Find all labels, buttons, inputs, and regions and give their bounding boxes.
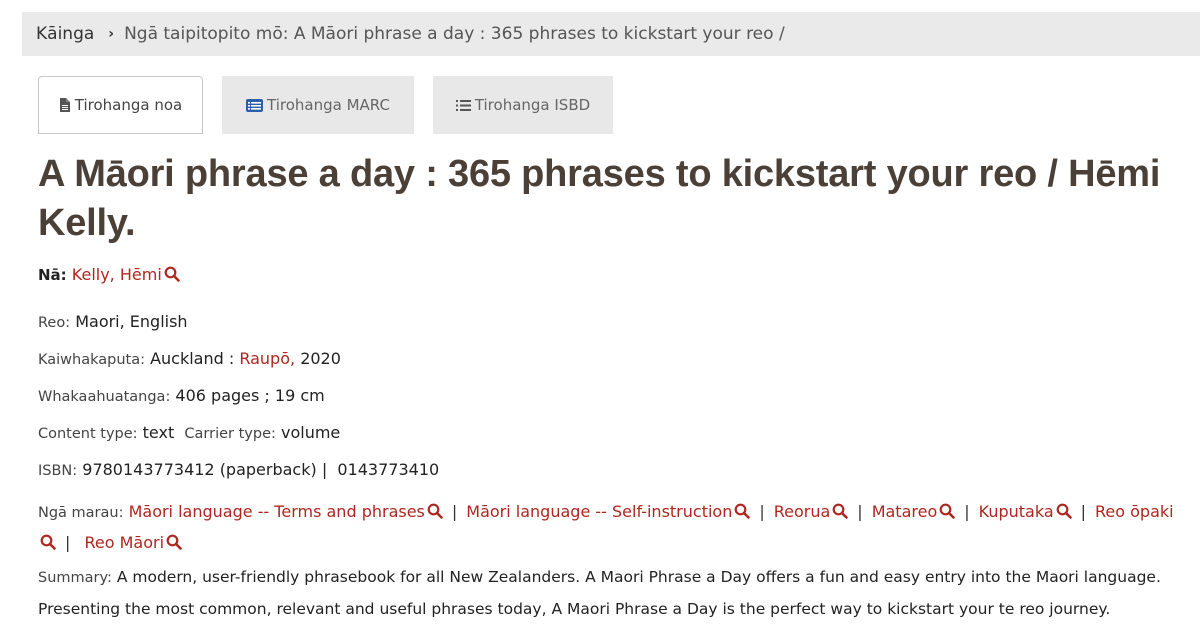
author-label: Nā: (38, 266, 67, 284)
subject-link[interactable]: Māori language -- Terms and phrases (129, 502, 425, 521)
tab-normal-view[interactable]: Tirohanga noa (38, 76, 203, 134)
search-icon[interactable] (427, 503, 443, 519)
publisher-link[interactable]: Raupō, (239, 349, 295, 368)
carrier-type-value: volume (280, 423, 341, 442)
subjects-label: Ngā marau: (38, 505, 124, 521)
search-icon[interactable] (832, 503, 849, 519)
search-icon[interactable] (1056, 503, 1072, 519)
subject-link[interactable]: Māori language -- Self-instruction (466, 502, 732, 521)
subject-link[interactable]: Matareo (872, 502, 938, 521)
subject-link[interactable]: Kuputaka (979, 502, 1054, 521)
subject-link[interactable]: Reo Māori (84, 533, 164, 552)
publisher-label: Kaiwhakaputa: (38, 352, 145, 368)
summary-label: Summary: (38, 570, 112, 586)
list-icon (455, 99, 471, 111)
subjects-row: Ngā marau: Māori language -- Terms and p… (38, 502, 1174, 552)
search-icon[interactable] (166, 534, 182, 550)
summary-row: Summary: A modern, user-friendly phraseb… (38, 562, 1188, 625)
tab-label: Tirohanga ISBD (474, 96, 591, 114)
author-row: Nā: Kelly, Hēmi (38, 265, 180, 284)
carrier-type-label: Carrier type: (184, 426, 276, 442)
record-title: A Māori phrase a day : 365 phrases to ki… (38, 153, 1161, 244)
content-type-row: Content type: text Carrier type: volume (38, 423, 340, 442)
description-value: 406 pages ; 19 cm (175, 386, 325, 405)
list-alt-icon (246, 98, 264, 112)
language-label: Reo: (38, 315, 71, 331)
language-value: Maori, English (75, 312, 188, 331)
search-icon[interactable] (734, 503, 751, 519)
breadcrumb-home-link[interactable]: Kāinga (36, 24, 94, 44)
breadcrumb: Kāinga › Ngā taipitopito mō: A Māori phr… (22, 12, 1200, 56)
publisher-year: 2020 (300, 349, 341, 368)
isbn-value-1: 9780143773412 (paperback) (82, 460, 317, 479)
author-link[interactable]: Kelly, Hēmi (72, 265, 162, 284)
chevron-right-icon: › (108, 26, 115, 42)
description-label: Whakaahuatanga: (38, 389, 171, 405)
tab-isbd-view[interactable]: Tirohanga ISBD (433, 76, 613, 134)
content-type-value: text (142, 423, 175, 442)
isbn-row: ISBN: 9780143773412 (paperback) | 014377… (38, 460, 439, 479)
isbn-value-2: 0143773410 (337, 460, 440, 479)
search-icon[interactable] (164, 266, 180, 282)
tab-label: Tirohanga MARC (267, 96, 390, 114)
breadcrumb-current: Ngā taipitopito mō: A Māori phrase a day… (124, 24, 785, 44)
publisher-row: Kaiwhakaputa: Auckland : Raupō, 2020 (38, 349, 341, 368)
isbn-label: ISBN: (38, 463, 78, 479)
subject-link[interactable]: Reo ōpaki (1095, 502, 1174, 521)
search-icon[interactable] (40, 534, 56, 550)
language-row: Reo: Maori, English (38, 312, 188, 331)
isbn-separator: | (321, 460, 328, 479)
summary-text: A modern, user-friendly phrasebook for a… (38, 568, 1161, 618)
publisher-place: Auckland : (150, 349, 235, 368)
description-row: Whakaahuatanga: 406 pages ; 19 cm (38, 386, 325, 405)
file-icon (59, 98, 70, 112)
subject-link[interactable]: Reorua (774, 502, 831, 521)
search-icon[interactable] (939, 503, 956, 519)
tab-label: Tirohanga noa (74, 96, 183, 114)
content-type-label: Content type: (38, 426, 138, 442)
tab-marc-view[interactable]: Tirohanga MARC (222, 76, 414, 134)
